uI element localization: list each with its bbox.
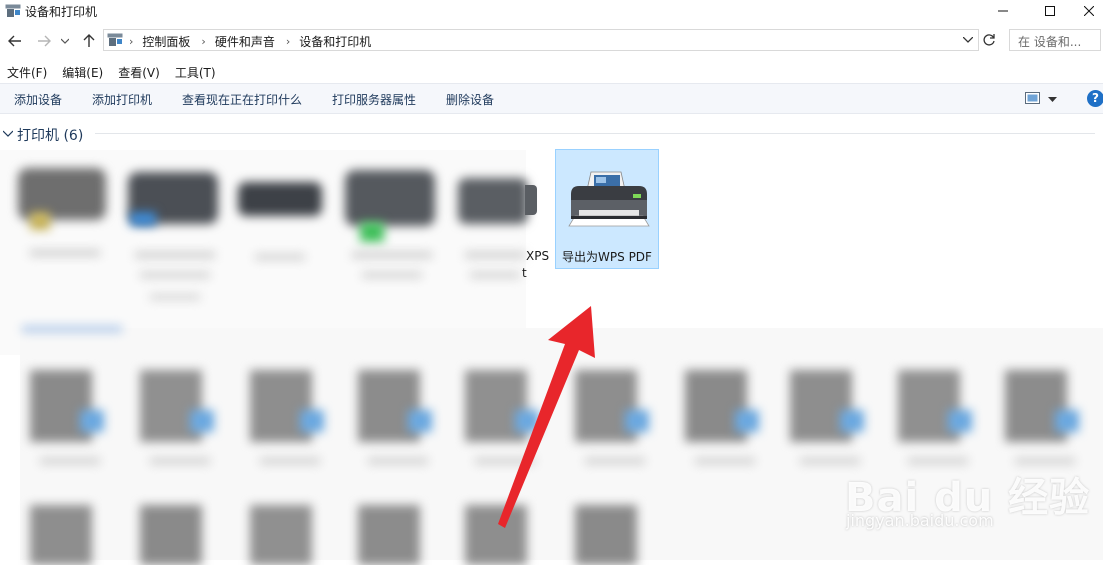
command-bar: 添加设备 添加打印机 查看现在正在打印什么 打印服务器属性 删除设备 ?: [0, 83, 1103, 114]
menu-edit[interactable]: 编辑(E): [55, 62, 110, 82]
address-dropdown-chevron-icon[interactable]: [960, 32, 976, 48]
breadcrumb-separator-icon[interactable]: ›: [201, 35, 205, 48]
blurred-printer-icon[interactable]: [130, 212, 156, 226]
blurred-label: [908, 458, 968, 464]
breadcrumb-hardware-sound[interactable]: 硬件和声音: [215, 33, 275, 50]
wps-pdf-printer-item[interactable]: 导出为WPS PDF: [555, 149, 659, 269]
blurred-label: [260, 458, 320, 464]
devices-printers-app-icon: [5, 4, 21, 21]
blurred-label: [368, 458, 428, 464]
blurred-accent: [1055, 410, 1079, 432]
navigation-bar: › 控制面板 › 硬件和声音 › 设备和打印机 在 设备和...: [0, 28, 1103, 54]
breadcrumb: › 控制面板 › 硬件和声音 › 设备和打印机: [126, 33, 371, 50]
blurred-printer-icon[interactable]: [345, 170, 435, 226]
blurred-accent: [80, 410, 104, 432]
wps-pdf-printer-label: 导出为WPS PDF: [562, 250, 652, 264]
back-arrow-icon[interactable]: [6, 31, 24, 51]
menu-view[interactable]: 查看(V): [111, 62, 167, 82]
printers-group-header[interactable]: 打印机 (6): [0, 124, 1103, 144]
menu-tools[interactable]: 工具(T): [168, 62, 223, 82]
blurred-accent: [300, 410, 324, 432]
breadcrumb-devices-printers[interactable]: 设备和打印机: [299, 33, 371, 50]
breadcrumb-separator-icon[interactable]: ›: [286, 35, 290, 48]
refresh-icon[interactable]: [980, 31, 998, 49]
help-icon[interactable]: ?: [1087, 90, 1103, 107]
blurred-label: [30, 250, 100, 256]
partial-printer-icon[interactable]: [525, 185, 537, 215]
blurred-label: [150, 294, 200, 300]
blurred-label: [695, 458, 755, 464]
blurred-device-icon[interactable]: [250, 505, 312, 565]
blurred-accent: [948, 410, 972, 432]
breadcrumb-control-panel[interactable]: 控制面板: [142, 33, 190, 50]
blurred-accent: [515, 410, 539, 432]
blurred-printer-icon[interactable]: [238, 182, 322, 216]
forward-arrow-icon[interactable]: [35, 31, 53, 51]
blurred-printer-icon[interactable]: [30, 212, 50, 230]
title-bar: 设备和打印机: [0, 0, 1103, 22]
blurred-accent: [735, 410, 759, 432]
blurred-label: [255, 254, 305, 260]
up-arrow-icon[interactable]: [80, 31, 98, 51]
group-divider: [95, 133, 1095, 134]
control-panel-icon: [107, 33, 123, 50]
menu-file[interactable]: 文件(F): [0, 62, 54, 82]
partial-printer-label: t: [522, 266, 527, 280]
blurred-label: [475, 458, 535, 464]
blurred-label: [800, 458, 860, 464]
print-server-properties-button[interactable]: 打印服务器属性: [332, 91, 416, 108]
blurred-label: [140, 272, 210, 278]
remove-device-button[interactable]: 删除设备: [446, 91, 494, 108]
blurred-accent: [625, 410, 649, 432]
printers-group-title: 打印机 (6): [17, 128, 84, 144]
blurred-accent: [840, 410, 864, 432]
blurred-label: [150, 458, 210, 464]
menu-bar: 文件(F) 编辑(E) 查看(V) 工具(T): [0, 62, 224, 82]
blurred-accent: [190, 410, 214, 432]
watermark-url: jingyan.baidu.com: [846, 511, 994, 530]
blurred-label: [1015, 458, 1075, 464]
blurred-label: [465, 252, 525, 258]
search-input[interactable]: 在 设备和...: [1009, 29, 1101, 51]
collapse-chevron-icon[interactable]: [2, 127, 14, 141]
address-bar[interactable]: › 控制面板 › 硬件和声音 › 设备和打印机: [103, 29, 979, 51]
blurred-device-icon[interactable]: [140, 505, 202, 565]
blurred-label: [470, 272, 520, 278]
blurred-printer-icon[interactable]: [360, 222, 384, 242]
blurred-label: [40, 458, 100, 464]
change-view-icon[interactable]: [1025, 91, 1041, 105]
window-title: 设备和打印机: [25, 5, 98, 19]
blurred-device-icon[interactable]: [30, 505, 92, 565]
minimize-button[interactable]: [980, 0, 1026, 22]
recent-locations-chevron-icon[interactable]: [59, 31, 71, 51]
printer-icon: [563, 164, 653, 237]
see-whats-printing-button[interactable]: 查看现在正在打印什么: [182, 91, 302, 108]
blurred-device-icon[interactable]: [575, 505, 637, 565]
blurred-device-icon[interactable]: [465, 505, 527, 565]
blurred-label: [585, 458, 645, 464]
add-device-button[interactable]: 添加设备: [14, 91, 62, 108]
partial-printer-label: XPS: [526, 249, 550, 263]
blurred-device-icon[interactable]: [358, 505, 420, 565]
blurred-label: [352, 252, 432, 258]
add-printer-button[interactable]: 添加打印机: [92, 91, 152, 108]
breadcrumb-separator-icon: ›: [129, 35, 134, 48]
blurred-label: [135, 252, 215, 258]
blurred-accent: [408, 410, 432, 432]
blurred-link: [22, 326, 122, 332]
blurred-label: [362, 272, 422, 278]
blurred-printer-icon[interactable]: [458, 178, 528, 224]
close-button[interactable]: [1074, 0, 1103, 22]
maximize-button[interactable]: [1027, 0, 1073, 22]
view-options-chevron-icon[interactable]: [1048, 92, 1057, 106]
